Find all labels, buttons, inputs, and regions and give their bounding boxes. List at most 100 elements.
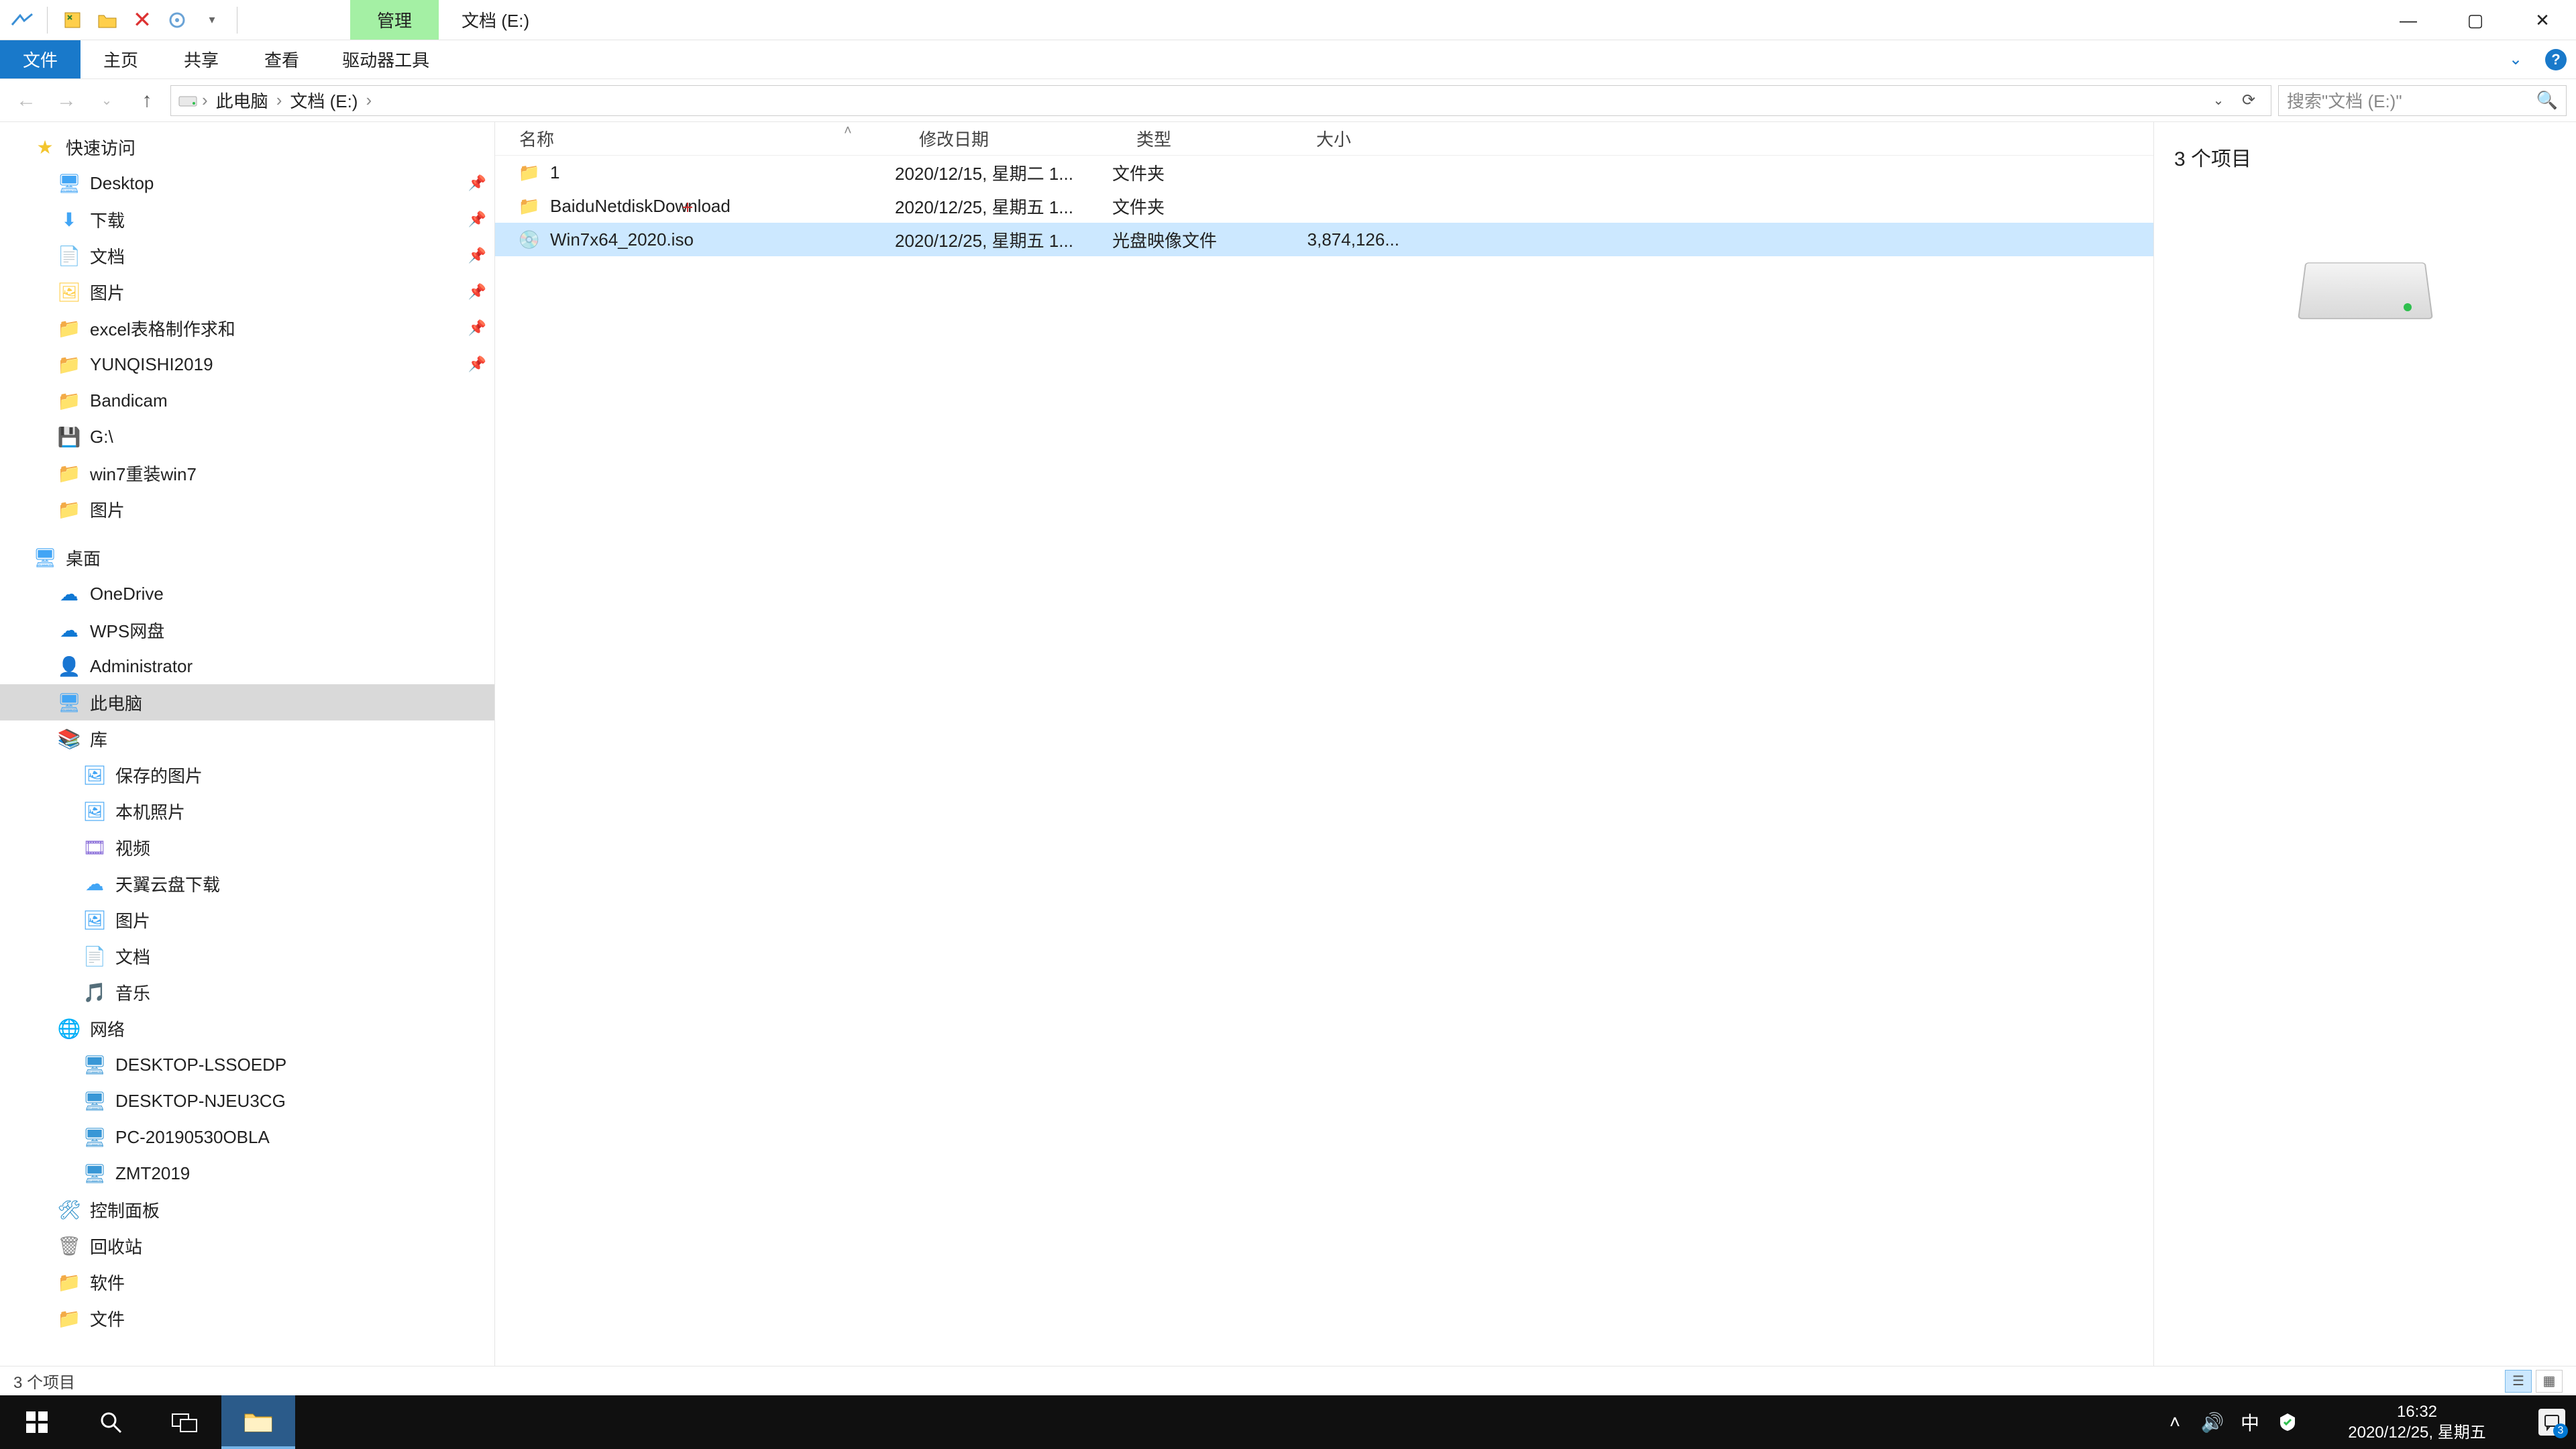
start-button[interactable] <box>0 1395 74 1449</box>
navigation-pane[interactable]: ★ 快速访问 🖥Desktop📌⬇下载📌📄文档📌🖼图片📌📁excel表格制作求和… <box>0 122 495 1366</box>
sidebar-item[interactable]: 📄文档📌 <box>0 237 494 274</box>
sidebar-item[interactable]: 🎞视频 <box>0 829 494 865</box>
sidebar-item[interactable]: 📁excel表格制作求和📌 <box>0 310 494 346</box>
sidebar-item[interactable]: ☁WPS网盘 <box>0 612 494 648</box>
qat-settings-icon[interactable] <box>162 5 193 36</box>
help-button[interactable]: ? <box>2536 40 2576 78</box>
tray-ime-icon[interactable]: 中 <box>2231 1409 2269 1436</box>
col-header-name[interactable]: 名称 <box>495 126 895 151</box>
sidebar-label: 此电脑 <box>90 690 142 715</box>
taskbar-file-explorer[interactable] <box>221 1395 295 1449</box>
refresh-button[interactable]: ⟳ <box>2233 91 2264 110</box>
sidebar-item[interactable]: ☁OneDrive <box>0 576 494 612</box>
col-header-size[interactable]: 大小 <box>1292 126 1413 151</box>
sidebar-item[interactable]: 🗑回收站 <box>0 1228 494 1264</box>
nav-recent-dropdown[interactable]: ⌄ <box>90 84 123 117</box>
file-list[interactable]: 名称 ˄ 修改日期 类型 大小 📁1 2020/12/15, 星期二 1... … <box>495 122 2153 1366</box>
sidebar-item[interactable]: ⬇下载📌 <box>0 201 494 237</box>
nav-up-button[interactable]: ↑ <box>130 84 164 117</box>
close-button[interactable]: ✕ <box>2509 0 2576 40</box>
col-header-type[interactable]: 类型 <box>1112 126 1292 151</box>
item-icon: 📁 <box>58 1271 80 1293</box>
taskbar-clock[interactable]: 16:32 2020/12/25, 星期五 <box>2306 1401 2528 1443</box>
sidebar-item[interactable]: 🖥DESKTOP-LSSOEDP <box>0 1046 494 1083</box>
sidebar-item[interactable]: 🖼保存的图片 <box>0 757 494 793</box>
sidebar-item[interactable]: 📄文档 <box>0 938 494 974</box>
ribbon-context-tab[interactable]: 管理 <box>350 0 439 40</box>
breadcrumb-sep-icon[interactable]: › <box>201 90 209 111</box>
clock-time: 16:32 <box>2306 1401 2528 1422</box>
minimize-button[interactable]: — <box>2375 0 2442 40</box>
sidebar-item[interactable]: 🖥ZMT2019 <box>0 1155 494 1191</box>
task-view-button[interactable] <box>148 1395 221 1449</box>
col-header-date[interactable]: 修改日期 <box>895 126 1112 151</box>
qat-delete-icon[interactable]: ✕ <box>127 5 158 36</box>
breadcrumb-root[interactable]: 此电脑 <box>212 88 272 113</box>
qat-properties-icon[interactable] <box>57 5 88 36</box>
nav-back-button[interactable]: ← <box>9 84 43 117</box>
sidebar-item[interactable]: 🖥此电脑 <box>0 684 494 720</box>
ribbon-expand-icon[interactable]: ⌄ <box>2496 40 2536 78</box>
breadcrumb-bar[interactable]: › 此电脑 › 文档 (E:) › ⌄ ⟳ <box>170 85 2271 116</box>
sidebar-item[interactable]: 🖥DESKTOP-NJEU3CG <box>0 1083 494 1119</box>
sidebar-item[interactable]: 🖼本机照片 <box>0 793 494 829</box>
sidebar-item[interactable]: 🖥Desktop📌 <box>0 165 494 201</box>
item-icon: ☁ <box>58 582 80 605</box>
column-headers[interactable]: 名称 ˄ 修改日期 类型 大小 <box>495 122 2153 156</box>
tray-volume-icon[interactable]: 🔊 <box>2194 1411 2231 1434</box>
tab-drive-tools[interactable]: 驱动器工具 <box>322 40 449 78</box>
sidebar-quick-access[interactable]: ★ 快速访问 <box>0 129 494 165</box>
sidebar-item[interactable]: 📚库 <box>0 720 494 757</box>
sidebar-item[interactable]: 🖼图片 <box>0 902 494 938</box>
sidebar-item[interactable]: 📁Bandicam <box>0 382 494 419</box>
sidebar-item[interactable]: 📁win7重装win7 <box>0 455 494 491</box>
sidebar-item[interactable]: 🖼图片📌 <box>0 274 494 310</box>
tab-share[interactable]: 共享 <box>161 40 241 78</box>
folder-icon: 🖼 <box>58 280 80 303</box>
sidebar-item[interactable]: ☁天翼云盘下载 <box>0 865 494 902</box>
nav-forward-button[interactable]: → <box>50 84 83 117</box>
sidebar-item[interactable]: 🎵音乐 <box>0 974 494 1010</box>
breadcrumb-sep-icon[interactable]: › <box>364 90 373 111</box>
sidebar-label: G:\ <box>90 427 113 447</box>
sidebar-item[interactable]: 📁文件 <box>0 1300 494 1336</box>
pc-icon: 🖥 <box>83 1126 106 1148</box>
qat-new-folder-icon[interactable] <box>92 5 123 36</box>
tray-security-icon[interactable] <box>2269 1412 2306 1432</box>
sidebar-item[interactable]: 🖥PC-20190530OBLA <box>0 1119 494 1155</box>
sidebar-label: 网络 <box>90 1016 125 1041</box>
breadcrumb-current[interactable]: 文档 (E:) <box>286 88 362 113</box>
search-input[interactable]: 搜索"文档 (E:)" 🔍 <box>2278 85 2567 116</box>
qat-app-icon[interactable] <box>7 5 38 36</box>
view-details-button[interactable]: ☰ <box>2505 1370 2532 1393</box>
sidebar-network[interactable]: 🌐 网络 <box>0 1010 494 1046</box>
taskbar-search-button[interactable] <box>74 1395 148 1449</box>
main-area: ★ 快速访问 🖥Desktop📌⬇下载📌📄文档📌🖼图片📌📁excel表格制作求和… <box>0 122 2576 1366</box>
file-row[interactable]: 📁1 2020/12/15, 星期二 1... 文件夹 <box>495 156 2153 189</box>
breadcrumb-sep-icon[interactable]: › <box>275 90 284 111</box>
sidebar-item[interactable]: 🛠控制面板 <box>0 1191 494 1228</box>
tab-view[interactable]: 查看 <box>241 40 322 78</box>
sidebar-item[interactable]: 📁软件 <box>0 1264 494 1300</box>
sidebar-item[interactable]: 💾G:\ <box>0 419 494 455</box>
tab-file[interactable]: 文件 <box>0 40 80 78</box>
tab-home[interactable]: 主页 <box>80 40 161 78</box>
search-placeholder: 搜索"文档 (E:)" <box>2287 88 2402 113</box>
search-icon[interactable]: 🔍 <box>2536 90 2558 111</box>
sidebar-item[interactable]: 👤Administrator <box>0 648 494 684</box>
address-history-dropdown[interactable]: ⌄ <box>2206 92 2231 109</box>
maximize-button[interactable]: ▢ <box>2442 0 2509 40</box>
sidebar-desktop[interactable]: 🖥 桌面 <box>0 539 494 576</box>
view-thumbnails-button[interactable]: ▦ <box>2536 1370 2563 1393</box>
file-row[interactable]: 📁BaiduNetdiskDownload 2020/12/25, 星期五 1.… <box>495 189 2153 223</box>
sidebar-item[interactable]: 📁图片 <box>0 491 494 527</box>
sidebar-item[interactable]: 📁YUNQISHI2019📌 <box>0 346 494 382</box>
taskbar[interactable]: ˄ 🔊 中 16:32 2020/12/25, 星期五 3 <box>0 1395 2576 1449</box>
qat-dropdown-icon[interactable]: ▾ <box>197 5 227 36</box>
action-center-button[interactable]: 3 <box>2528 1409 2576 1436</box>
tray-overflow-icon[interactable]: ˄ <box>2156 1411 2194 1433</box>
address-row: ← → ⌄ ↑ › 此电脑 › 文档 (E:) › ⌄ ⟳ 搜索"文档 (E:)… <box>0 79 2576 122</box>
file-date: 2020/12/15, 星期二 1... <box>895 160 1112 185</box>
file-row[interactable]: 💿Win7x64_2020.iso 2020/12/25, 星期五 1... 光… <box>495 223 2153 256</box>
title-bar: ✕ ▾ 管理 文档 (E:) — ▢ ✕ <box>0 0 2576 40</box>
